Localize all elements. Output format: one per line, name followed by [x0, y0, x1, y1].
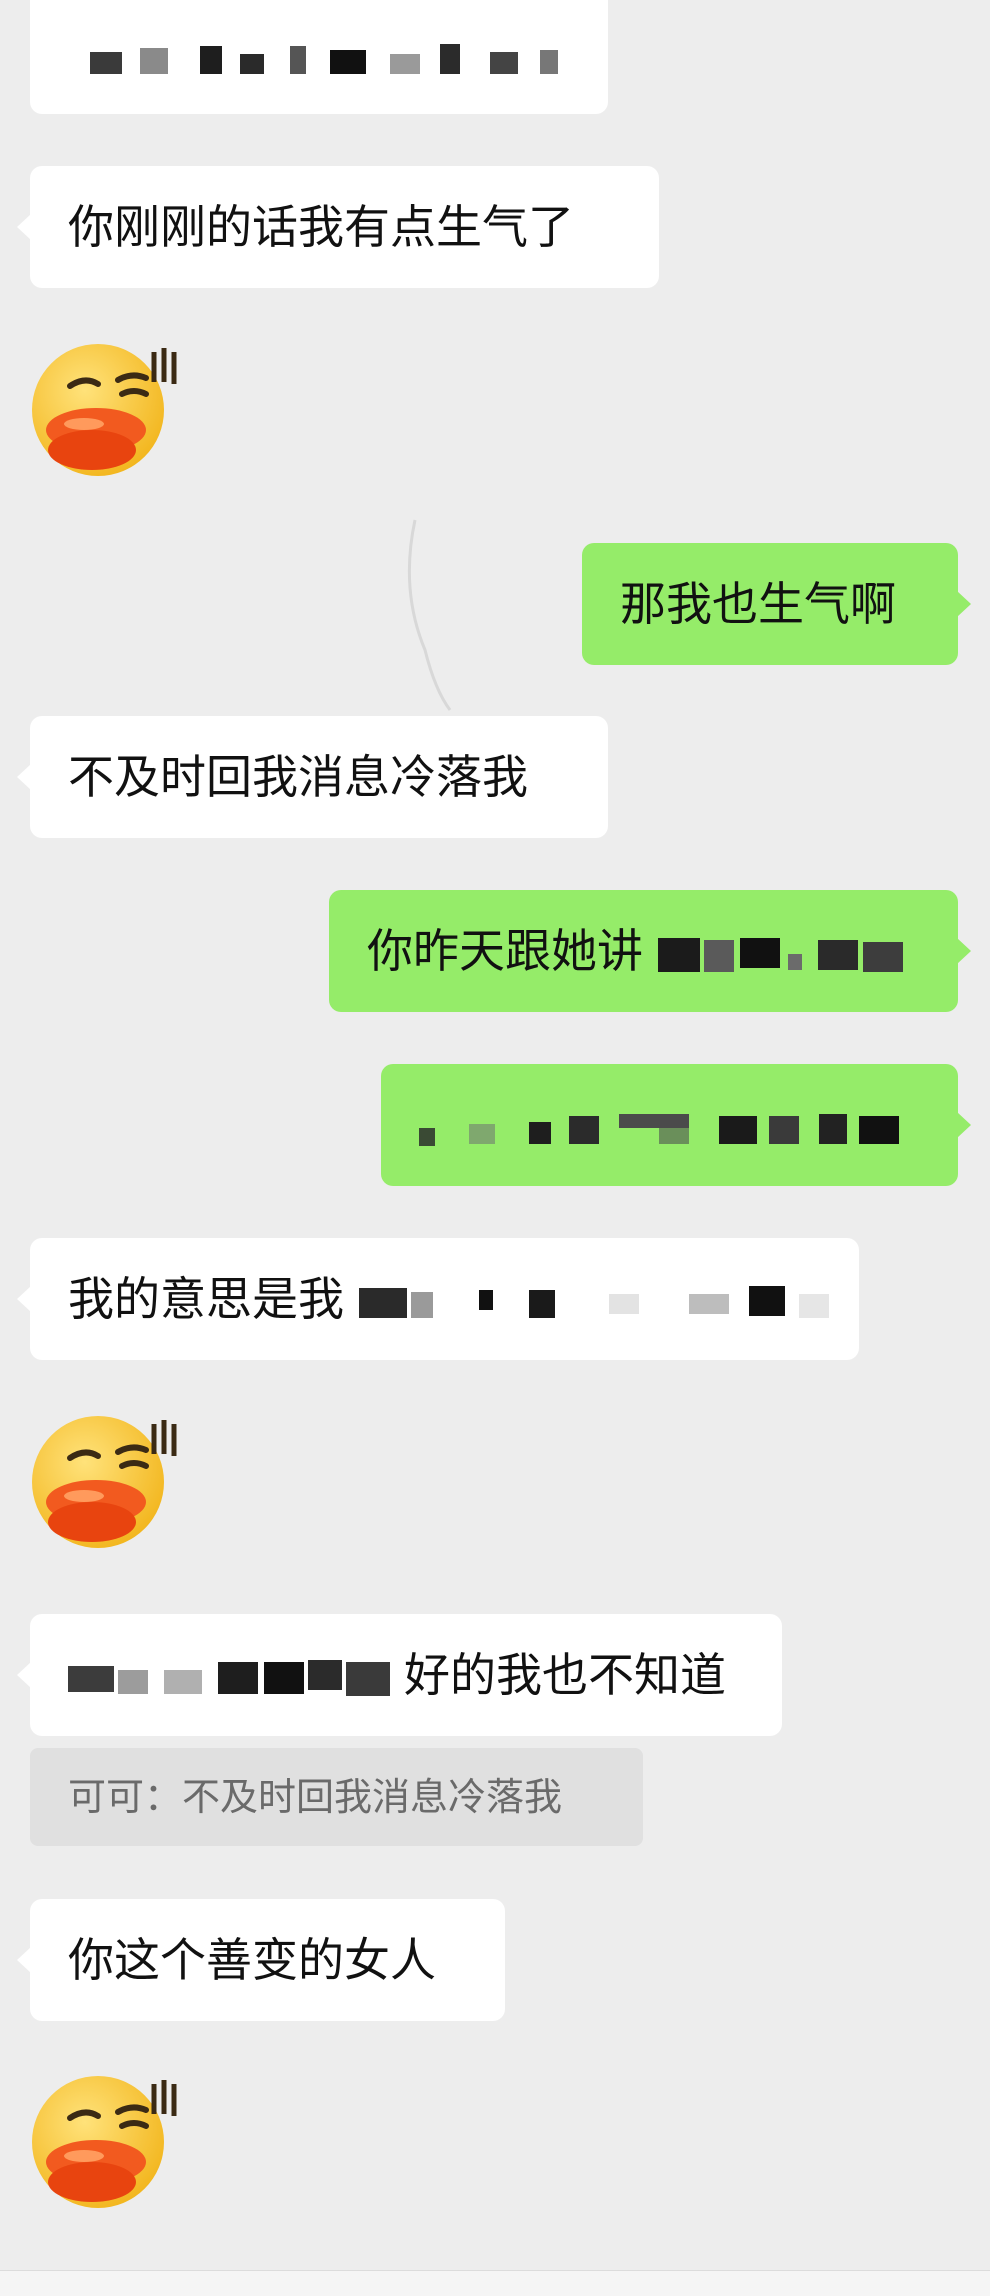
quoted-message-text: 可可：不及时回我消息冷落我: [68, 1775, 563, 1819]
incoming-message-bubble[interactable]: 不及时回我消息冷落我: [17, 716, 608, 838]
message-text: 我的意思是我: [68, 1272, 344, 1326]
bottom-edge-strip: [0, 2270, 990, 2296]
message-text: 那我也生气啊: [620, 577, 896, 631]
message-text: 你刚刚的话我有点生气了: [68, 200, 574, 254]
message-text: 你昨天跟她讲: [367, 924, 643, 978]
message-text: 不及时回我消息冷落我: [68, 750, 528, 804]
incoming-message-bubble[interactable]: 我的意思是我: [17, 1238, 859, 1360]
outgoing-message-bubble[interactable]: 你昨天跟她讲: [329, 890, 971, 1012]
redacted-text-mosaic: [358, 1280, 849, 1326]
incoming-message-bubble[interactable]: 你刚刚的话我有点生气了: [17, 166, 659, 288]
smirking-duck-face-sticker-icon[interactable]: [30, 338, 180, 488]
quoted-message-reference[interactable]: 可可：不及时回我消息冷落我: [30, 1748, 643, 1846]
redacted-text-mosaic: [419, 1106, 919, 1152]
incoming-message-bubble[interactable]: 好的我也不知道: [17, 1614, 782, 1736]
smirking-duck-face-sticker-icon[interactable]: [30, 2070, 180, 2220]
message-text: 你这个善变的女人: [68, 1933, 436, 1987]
incoming-message-bubble[interactable]: 你这个善变的女人: [17, 1899, 505, 2021]
faint-scribble-mark: [407, 519, 452, 711]
redacted-text-mosaic: [657, 932, 923, 978]
incoming-message-bubble-redacted-top[interactable]: [30, 0, 608, 114]
redacted-text-mosaic: [68, 1656, 404, 1702]
message-text: 好的我也不知道: [404, 1648, 726, 1702]
redacted-text-mosaic: [90, 40, 590, 80]
outgoing-message-bubble[interactable]: 那我也生气啊: [582, 543, 971, 665]
smirking-duck-face-sticker-icon[interactable]: [30, 1410, 180, 1560]
outgoing-message-bubble-redacted[interactable]: [381, 1064, 971, 1186]
